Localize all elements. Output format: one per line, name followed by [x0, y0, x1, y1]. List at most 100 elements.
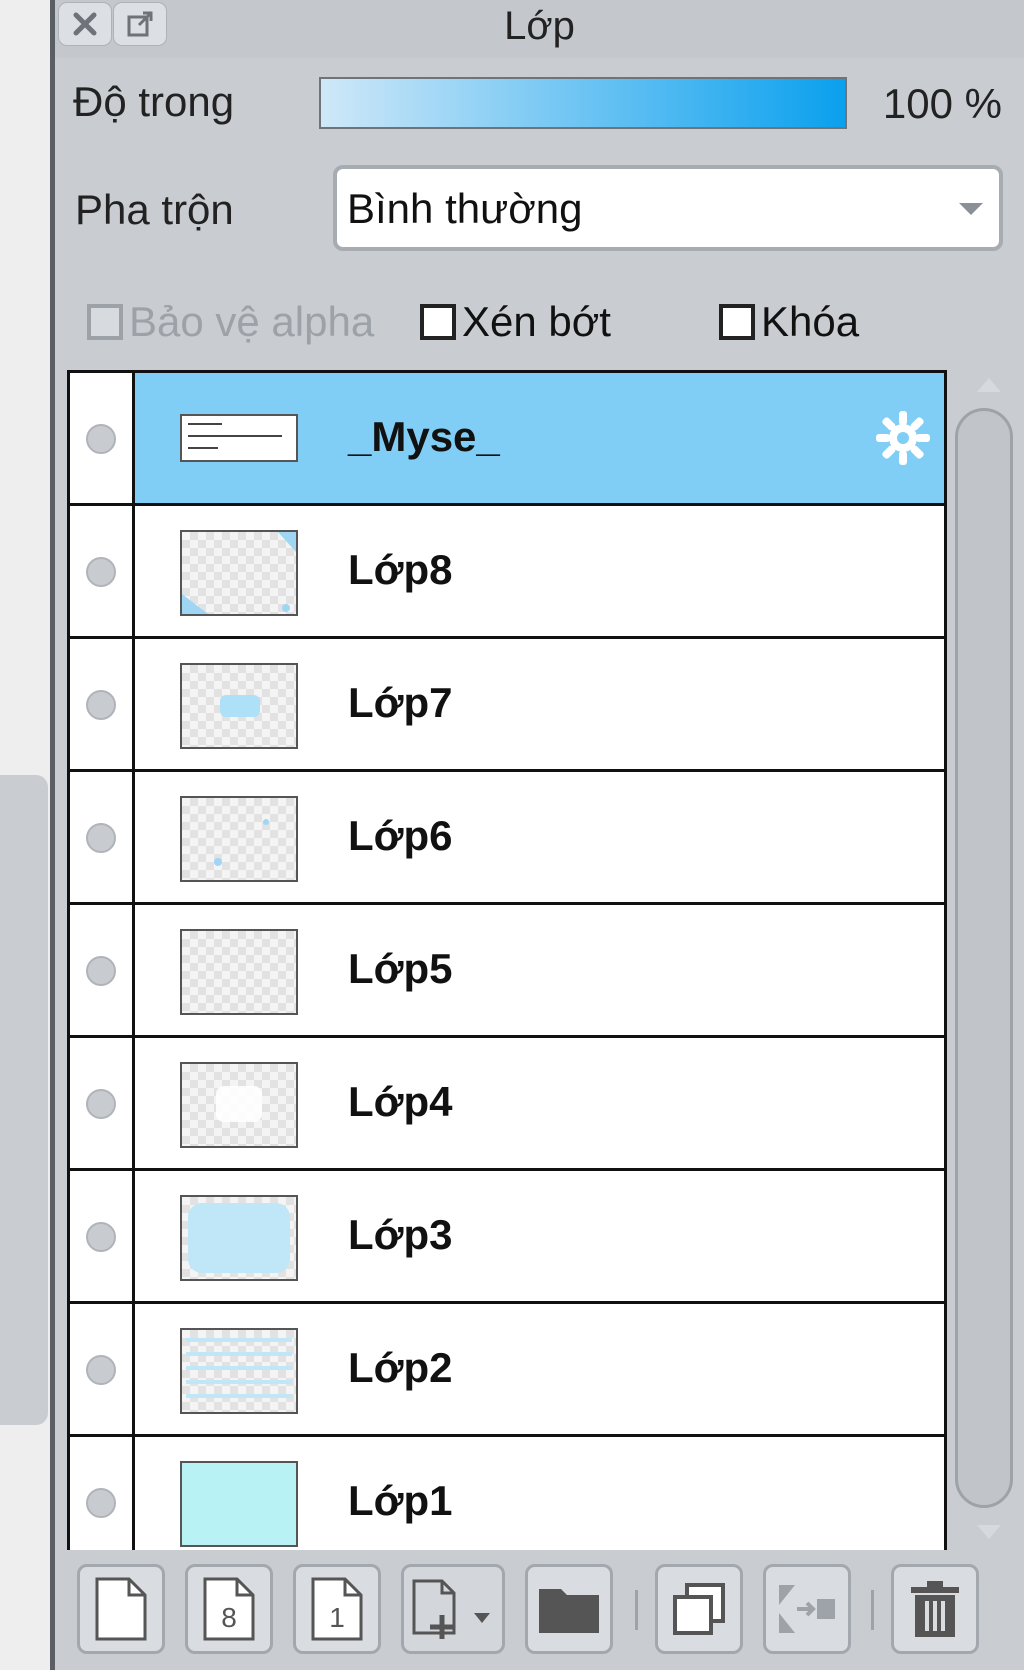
- new-8bit-layer-icon: 8: [203, 1577, 255, 1641]
- layer-row-body[interactable]: _Myse_: [135, 373, 944, 503]
- merge-down-button[interactable]: [763, 1564, 851, 1654]
- layer-row-body[interactable]: Lớp6: [135, 772, 944, 902]
- blend-mode-value: Bình thường: [347, 185, 583, 232]
- new-folder-button[interactable]: [525, 1564, 613, 1654]
- layer-thumbnail: [180, 414, 298, 462]
- layer-thumbnail: [180, 663, 298, 749]
- add-layer-dropdown-button[interactable]: [401, 1564, 505, 1654]
- layer-row-body[interactable]: Lớp4: [135, 1038, 944, 1168]
- visibility-dot-icon: [86, 1222, 116, 1252]
- layer-list-scrollbar[interactable]: [953, 370, 1019, 1550]
- visibility-dot-icon: [86, 424, 116, 454]
- blend-label: Pha trộn: [75, 186, 234, 233]
- layer-row[interactable]: Lớp7: [70, 639, 944, 772]
- gear-icon[interactable]: [872, 407, 934, 469]
- visibility-dot-icon: [86, 690, 116, 720]
- layer-row[interactable]: Lớp5: [70, 905, 944, 1038]
- layer-name: Lớp8: [348, 546, 453, 593]
- visibility-dot-icon: [86, 1089, 116, 1119]
- blend-mode-select[interactable]: Bình thường: [333, 165, 1003, 251]
- text-thumbnail-icon: [188, 423, 282, 449]
- scroll-up-arrow-icon[interactable]: [977, 378, 1001, 392]
- visibility-toggle[interactable]: [70, 1304, 135, 1434]
- layer-row-body[interactable]: Lớp7: [135, 639, 944, 769]
- layer-preview-marks: [214, 819, 269, 866]
- layer-row[interactable]: Lớp2: [70, 1304, 944, 1437]
- visibility-toggle[interactable]: [70, 905, 135, 1035]
- duplicate-icon: [673, 1583, 725, 1635]
- side-panel-handle[interactable]: [0, 775, 48, 1425]
- opacity-slider[interactable]: [319, 77, 847, 129]
- duplicate-layer-button[interactable]: [655, 1564, 743, 1654]
- layer-name: _Myse_: [348, 413, 500, 460]
- layer-row-body[interactable]: Lớp8: [135, 506, 944, 636]
- folder-icon: [539, 1589, 599, 1633]
- layer-name: Lớp3: [348, 1211, 453, 1258]
- layer-thumbnail: [180, 796, 298, 882]
- layer-thumbnail: [180, 530, 298, 616]
- checkbox-box: [420, 304, 456, 340]
- layer-thumbnail: [180, 929, 298, 1015]
- scrollbar-thumb[interactable]: [955, 408, 1013, 1508]
- layer-row[interactable]: Lớp3: [70, 1171, 944, 1304]
- visibility-toggle[interactable]: [70, 373, 135, 503]
- trash-icon: [911, 1581, 959, 1637]
- visibility-toggle[interactable]: [70, 1437, 135, 1550]
- new-1bit-layer-button[interactable]: 1: [293, 1564, 381, 1654]
- checkbox-box: [87, 304, 123, 340]
- layer-row[interactable]: Lớp8: [70, 506, 944, 639]
- panel-titlebar: Lớp: [55, 0, 1024, 58]
- layer-preview-marks: [186, 1338, 292, 1398]
- layer-row[interactable]: Lớp4: [70, 1038, 944, 1171]
- visibility-toggle[interactable]: [70, 506, 135, 636]
- svg-text:1: 1: [329, 1602, 345, 1633]
- visibility-toggle[interactable]: [70, 1038, 135, 1168]
- visibility-toggle[interactable]: [70, 772, 135, 902]
- layer-thumbnail: [180, 1461, 298, 1547]
- panel-title: Lớp: [504, 4, 575, 48]
- layers-panel: Lớp Độ trong 100 % Pha trộn Bình thường …: [55, 0, 1024, 1670]
- layer-name: Lớp6: [348, 812, 453, 859]
- new-layer-icon: [95, 1577, 147, 1641]
- layer-preview-marks: [216, 1086, 262, 1122]
- checkbox-box: [719, 304, 755, 340]
- layer-list: _Myse_ Lớp8 Lớp7 Lớp6 Lớp5 Lớp4 Lớp3 Lớp…: [67, 370, 947, 1550]
- opacity-value: 100 %: [882, 80, 1002, 127]
- visibility-dot-icon: [86, 956, 116, 986]
- lock-checkbox[interactable]: Khóa: [719, 298, 859, 346]
- layer-row[interactable]: Lớp6: [70, 772, 944, 905]
- layer-thumbnail: [180, 1328, 298, 1414]
- layer-name: Lớp7: [348, 679, 453, 726]
- visibility-toggle[interactable]: [70, 1171, 135, 1301]
- layer-name: Lớp5: [348, 945, 453, 992]
- visibility-dot-icon: [86, 823, 116, 853]
- alpha-protect-label: Bảo vệ alpha: [129, 298, 375, 345]
- layer-name: Lớp2: [348, 1344, 453, 1391]
- layer-row-body[interactable]: Lớp2: [135, 1304, 944, 1434]
- layer-row[interactable]: _Myse_: [70, 373, 944, 506]
- alpha-protect-checkbox[interactable]: Bảo vệ alpha: [87, 298, 374, 346]
- opacity-label: Độ trong: [73, 78, 235, 125]
- toolbar-separator: [635, 1590, 638, 1630]
- visibility-dot-icon: [86, 557, 116, 587]
- add-layer-dropdown-icon: [412, 1579, 490, 1639]
- layer-row-body[interactable]: Lớp1: [135, 1437, 944, 1550]
- delete-layer-button[interactable]: [891, 1564, 979, 1654]
- scroll-down-arrow-icon[interactable]: [977, 1525, 1001, 1539]
- lock-label: Khóa: [761, 298, 860, 345]
- layer-preview-marks: [188, 1203, 290, 1273]
- layer-row-body[interactable]: Lớp3: [135, 1171, 944, 1301]
- layer-name: Lớp4: [348, 1078, 453, 1125]
- layer-row[interactable]: Lớp1: [70, 1437, 944, 1550]
- chevron-down-icon: [959, 203, 983, 215]
- clipping-label: Xén bớt: [462, 298, 611, 345]
- visibility-dot-icon: [86, 1355, 116, 1385]
- toolbar-separator: [871, 1590, 874, 1630]
- layer-row-body[interactable]: Lớp5: [135, 905, 944, 1035]
- new-layer-button[interactable]: [77, 1564, 165, 1654]
- visibility-toggle[interactable]: [70, 639, 135, 769]
- clipping-checkbox[interactable]: Xén bớt: [420, 298, 611, 346]
- layer-preview-marks: [182, 532, 296, 614]
- new-8bit-layer-button[interactable]: 8: [185, 1564, 273, 1654]
- layer-thumbnail: [180, 1195, 298, 1281]
